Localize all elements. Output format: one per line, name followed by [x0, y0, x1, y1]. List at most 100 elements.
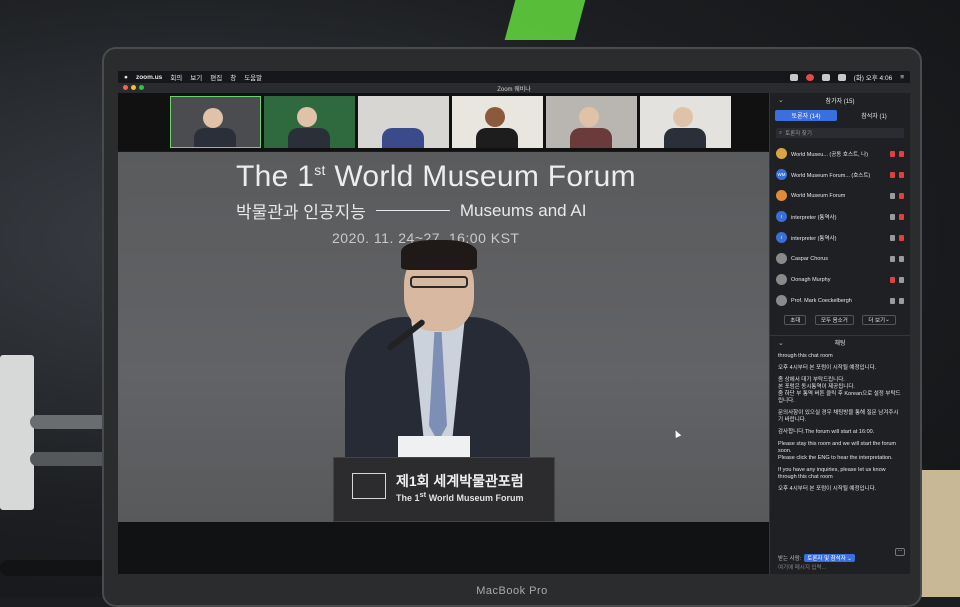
camera-icon[interactable] — [899, 297, 904, 304]
chevron-down-icon[interactable]: ⌄ — [778, 96, 784, 104]
mute-all-button[interactable]: 모두 음소거 — [814, 315, 854, 325]
cable — [30, 452, 110, 466]
thumbnail-strip — [118, 93, 769, 151]
wifi-icon[interactable] — [821, 73, 830, 81]
participant-item[interactable]: Caspar Chorus — [770, 248, 910, 269]
participant-item[interactable]: World Museu... (공동 호스트, 나) — [770, 143, 910, 164]
status-icon[interactable] — [789, 73, 798, 81]
participant-name: interpreter (통역사) — [791, 214, 837, 221]
video-bottom-strip — [118, 522, 769, 574]
chat-message: 오후 4시부터 본 포럼이 시작될 예정입니다. — [778, 365, 877, 371]
video-thumbnail[interactable] — [546, 96, 637, 148]
camera-icon[interactable] — [899, 171, 904, 178]
chat-message: 감사합니다.The forum will start at 16:00. — [778, 429, 875, 435]
menu-item-view[interactable]: 보기 — [190, 72, 202, 82]
participant-name: World Museum Forum — [791, 192, 846, 199]
video-thumbnail[interactable] — [264, 96, 355, 148]
minimize-window-button[interactable] — [131, 85, 136, 90]
laptop: ● zoom.us 회의 보기 편집 창 도움말 (화) 오후 4:06 ≡ Z… — [102, 47, 922, 607]
left-device — [0, 355, 34, 510]
participants-header: ⌄ 참가자 (15) — [778, 96, 855, 105]
control-center-icon[interactable]: ≡ — [900, 74, 904, 81]
participant-search[interactable]: ⌕ 토론자 찾기 — [776, 128, 904, 138]
chevron-down-icon[interactable]: ⌄ — [778, 339, 784, 347]
apple-icon[interactable]: ● — [124, 74, 128, 81]
forum-logo-icon — [352, 473, 386, 499]
camera-icon[interactable] — [899, 234, 904, 241]
forum-title: The 1st World Museum Forum — [236, 160, 636, 193]
chat-message: Please stay this room and we will start … — [778, 441, 896, 461]
podium: 제1회 세계박물관포럼 The 1st World Museum Forum — [333, 457, 555, 522]
participant-name: World Museum Forum... (호스트) — [791, 172, 871, 179]
participant-name: World Museu... (공동 호스트, 나) — [791, 151, 869, 158]
tab-attendees[interactable]: 참석자 (1) — [843, 110, 905, 121]
video-stage: The 1st World Museum Forum 박물관과 인공지능 Muse… — [118, 93, 769, 574]
tab-panelists[interactable]: 토론자 (14) — [775, 110, 837, 121]
battery-icon[interactable] — [837, 73, 846, 81]
participant-name: interpreter (통역사) — [791, 235, 837, 242]
camera-icon[interactable] — [899, 192, 904, 199]
green-light — [504, 0, 586, 40]
video-thumbnail[interactable] — [452, 96, 543, 148]
menu-item-edit[interactable]: 편집 — [210, 72, 222, 82]
participant-name: Prof. Mark Coeckelbergh — [791, 297, 852, 304]
record-icon[interactable] — [805, 73, 814, 81]
maximize-window-button[interactable] — [139, 85, 144, 90]
microphone-icon[interactable] — [890, 255, 895, 262]
menu-item-help[interactable]: 도움말 — [244, 72, 262, 82]
more-button[interactable]: 더 보기 ⌄ — [862, 315, 896, 325]
participant-item[interactable]: Iinterpreter (통역사) — [770, 206, 910, 227]
participant-item[interactable]: Iinterpreter (통역사) — [770, 227, 910, 248]
menu-app[interactable]: zoom.us — [136, 74, 162, 81]
microphone-icon[interactable] — [890, 234, 895, 241]
avatar — [776, 148, 787, 159]
video-thumbnail[interactable] — [170, 96, 261, 148]
laptop-brand-label: MacBook Pro — [476, 585, 548, 597]
camera-icon[interactable] — [899, 150, 904, 157]
cable — [0, 560, 110, 576]
main-speaker-video[interactable]: The 1st World Museum Forum 박물관과 인공지능 Muse… — [118, 152, 769, 522]
microphone-icon[interactable] — [890, 213, 895, 220]
chat-input[interactable]: 여기에 메시지 입력... — [778, 563, 826, 571]
mouse-cursor — [672, 429, 682, 438]
close-window-button[interactable] — [123, 85, 128, 90]
avatar — [776, 190, 787, 201]
more-options-icon[interactable]: ··· — [895, 548, 905, 556]
invite-button[interactable]: 초대 — [784, 315, 807, 325]
participant-item[interactable]: Oonagh Murphy — [770, 269, 910, 290]
menu-item-meeting[interactable]: 회의 — [170, 72, 182, 82]
participant-name: Oonagh Murphy — [791, 276, 831, 283]
chat-message: If you have any inquiries, please let us… — [778, 467, 886, 480]
window-title: Zoom 웨비나 — [497, 86, 531, 93]
participant-item[interactable]: World Museum Forum — [770, 185, 910, 206]
zoom-window: The 1st World Museum Forum 박물관과 인공지능 Muse… — [118, 93, 910, 574]
chat-message: 오후 4시부터 본 포럼이 시작될 예정입니다. — [778, 486, 877, 492]
microphone-icon[interactable] — [890, 150, 895, 157]
camera-icon[interactable] — [899, 213, 904, 220]
participant-item[interactable]: Prof. Mark Coeckelbergh — [770, 290, 910, 311]
mac-menubar: ● zoom.us 회의 보기 편집 창 도움말 (화) 오후 4:06 ≡ — [118, 71, 910, 83]
search-icon: ⌕ — [779, 129, 783, 136]
microphone-icon[interactable] — [890, 171, 895, 178]
menubar-clock[interactable]: (화) 오후 4:06 — [854, 72, 893, 82]
microphone-icon[interactable] — [890, 297, 895, 304]
side-panel: ⌄ 참가자 (15) 토론자 (14) 참석자 (1) ⌕ 토론자 찾기 Wor… — [769, 93, 910, 574]
participant-list: World Museu... (공동 호스트, 나) WM World Museum… — [770, 143, 910, 311]
camera-icon[interactable] — [899, 255, 904, 262]
avatar — [776, 253, 787, 264]
screen: ● zoom.us 회의 보기 편집 창 도움말 (화) 오후 4:06 ≡ Z… — [118, 71, 910, 574]
avatar: I — [776, 211, 787, 222]
camera-icon[interactable] — [899, 276, 904, 283]
video-thumbnail[interactable] — [358, 96, 449, 148]
microphone-icon[interactable] — [890, 192, 895, 199]
microphone-icon[interactable] — [890, 276, 895, 283]
recipient-select[interactable]: 토론자 및 참석자 ⌄ — [804, 554, 855, 562]
chat-message: 좀 상에서 대기 부탁드립니다. 본 포럼은 동시통역이 제공됩니다. 줌 하단… — [778, 377, 901, 404]
chat-message: 문의사항이 있으실 경우 채팅방을 통해 질문 남겨주시기 바랍니다. — [778, 410, 899, 423]
chat-recipient: 받는 사람: 토론자 및 참석자 ⌄ — [778, 554, 855, 562]
window-titlebar: Zoom 웨비나 — [118, 83, 910, 93]
menu-item-window[interactable]: 창 — [230, 72, 236, 82]
video-thumbnail[interactable] — [640, 96, 731, 148]
participant-item[interactable]: WM World Museum Forum... (호스트) — [770, 164, 910, 185]
avatar: WM — [776, 169, 787, 180]
